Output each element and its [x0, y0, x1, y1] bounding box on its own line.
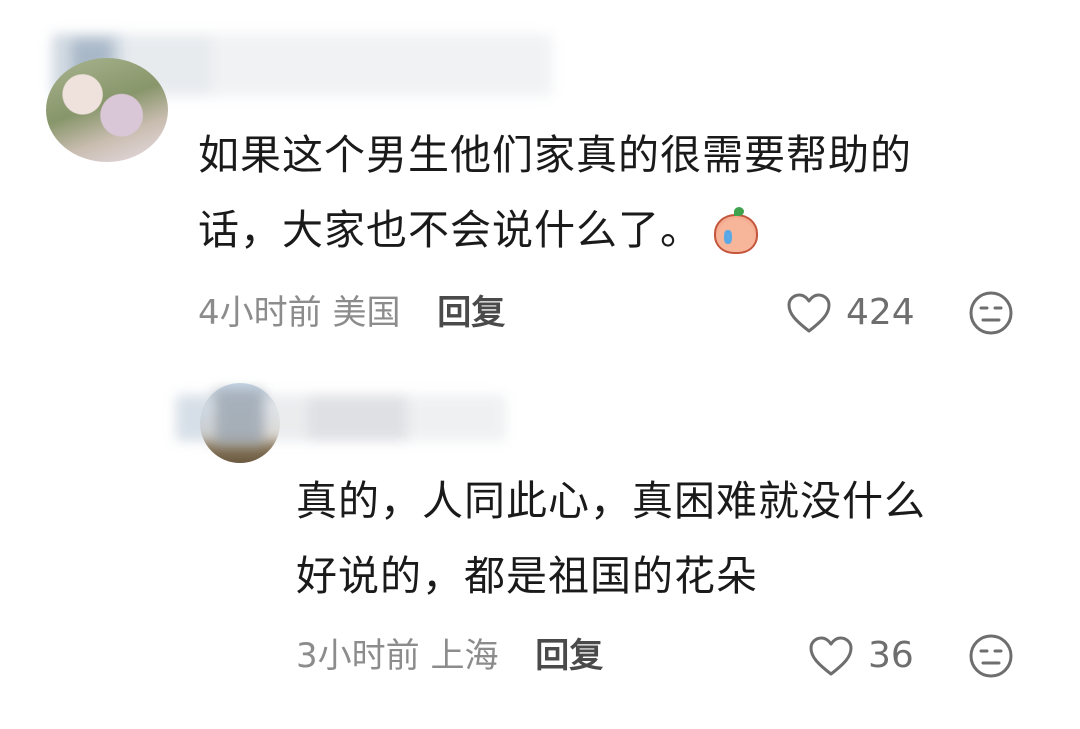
unhappy-face-icon	[969, 634, 1013, 678]
reply-text: 真的，人同此心，真困难就没什么 好说的，都是祖国的花朵	[296, 464, 1036, 614]
comment-meta: 3小时前 上海 回复	[296, 634, 603, 678]
heart-outline-icon	[787, 293, 831, 333]
comment-time: 3小时前	[296, 636, 420, 676]
like-count: 36	[868, 635, 914, 676]
like-button[interactable]: 36	[808, 634, 914, 678]
redacted-username-block	[214, 390, 264, 446]
unhappy-face-icon	[969, 291, 1013, 335]
heart-outline-icon	[809, 636, 853, 676]
comment-meta: 4小时前 美国 回复	[198, 291, 505, 335]
dislike-button[interactable]	[968, 290, 1014, 336]
like-button[interactable]: 424	[786, 291, 915, 335]
reply-button[interactable]: 回复	[437, 293, 505, 333]
dislike-button[interactable]	[968, 633, 1014, 679]
comment-line: 如果这个男生他们家真的很需要帮助的	[198, 131, 912, 179]
avatar[interactable]	[46, 58, 168, 162]
comment-line: 真的，人同此心，真困难就没什么	[296, 477, 926, 525]
comment-location: 美国	[332, 293, 401, 333]
like-count: 424	[846, 292, 915, 333]
comment-time: 4小时前	[198, 293, 322, 333]
reply-button[interactable]: 回复	[535, 636, 603, 676]
comment-text: 如果这个男生他们家真的很需要帮助的 话，大家也不会说什么了。	[198, 118, 1028, 268]
comment-location: 上海	[430, 636, 499, 676]
comment-line: 话，大家也不会说什么了。	[198, 206, 702, 254]
comment-line: 好说的，都是祖国的花朵	[296, 552, 758, 600]
crying-peach-emoji-icon	[712, 207, 758, 254]
